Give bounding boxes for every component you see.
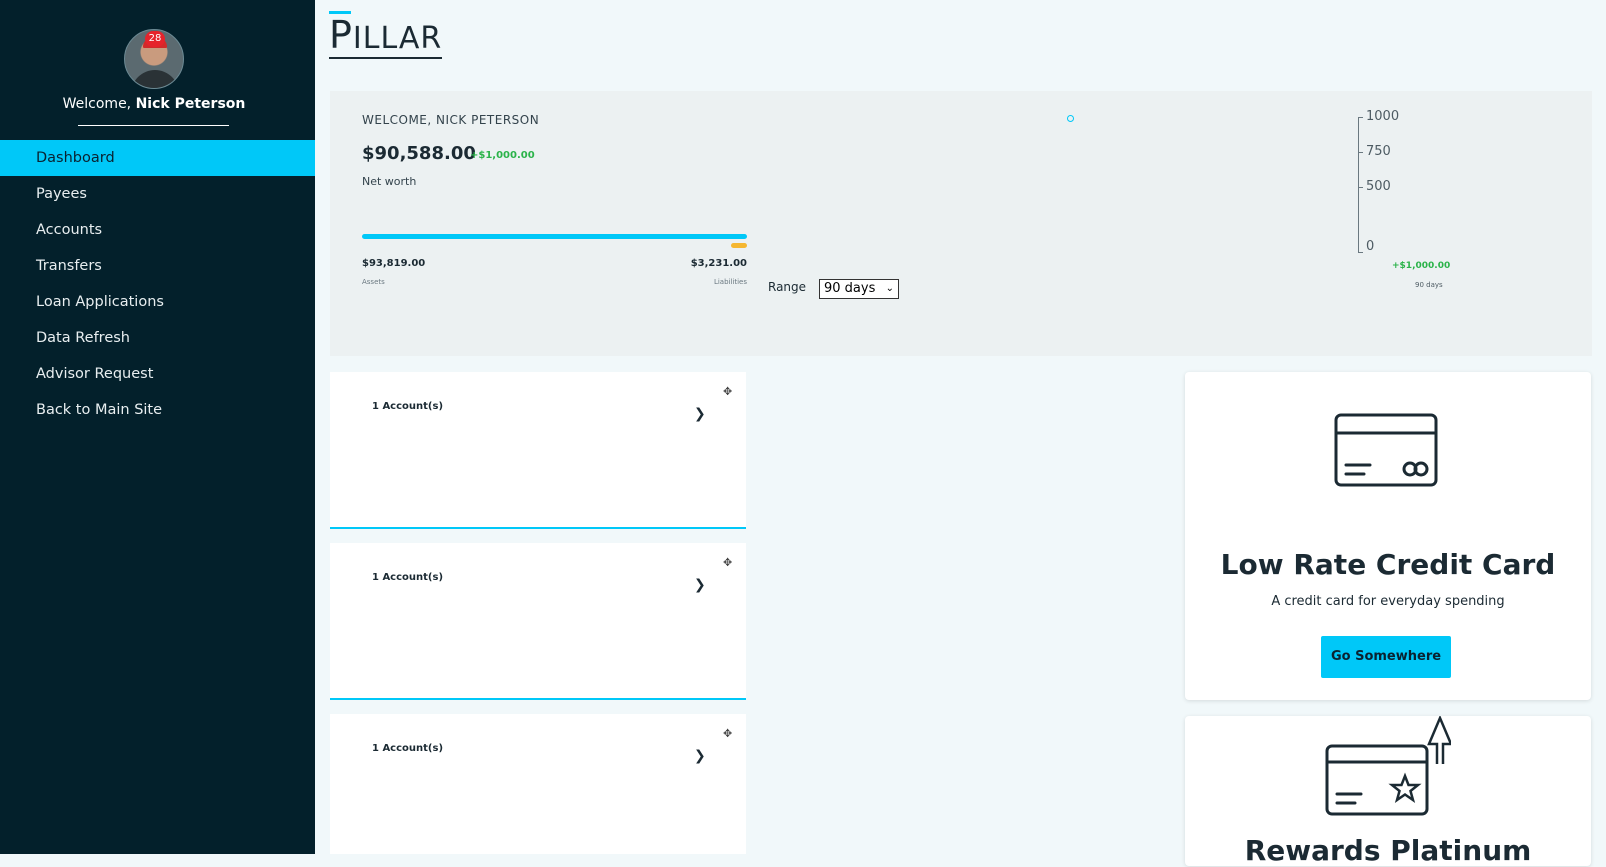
- sidebar-item-accounts[interactable]: Accounts: [0, 212, 315, 248]
- chart-delta: +$1,000.00: [1392, 261, 1451, 271]
- go-somewhere-button[interactable]: Go Somewhere: [1321, 636, 1451, 678]
- chart-period: 90 days: [1415, 281, 1443, 289]
- account-card-title: 1 Account(s): [372, 572, 444, 583]
- net-worth-delta: +$1,000.00: [470, 150, 535, 161]
- y-tick-label: 500: [1366, 179, 1391, 194]
- liabilities-bar: [731, 243, 747, 248]
- product-title: Low Rate Credit Card: [1220, 548, 1556, 581]
- product-title: Rewards Platinum: [1244, 834, 1532, 867]
- summary-panel: WELCOME, NICK PETERSON $90,588.00 +$1,00…: [330, 91, 1592, 356]
- chevron-right-icon[interactable]: ❯: [694, 577, 706, 593]
- sidebar: 28 Welcome, Nick Peterson Dashboard Paye…: [0, 0, 315, 854]
- product-description: A credit card for everyday spending: [1271, 594, 1505, 609]
- move-icon[interactable]: ✥: [723, 385, 732, 398]
- account-card[interactable]: 1 Account(s) ✥ ❯: [330, 372, 746, 529]
- product-card-low-rate: Low Rate Credit Card A credit card for e…: [1185, 372, 1591, 700]
- y-tick-label: 1000: [1366, 109, 1400, 124]
- summary-welcome: WELCOME, NICK PETERSON: [362, 113, 540, 127]
- y-tick: [1358, 117, 1363, 118]
- chart-y-axis: 1000 750 500 0: [1352, 109, 1432, 269]
- liabilities-label: Liabilities: [713, 278, 747, 286]
- sidebar-item-back-to-main-site[interactable]: Back to Main Site: [0, 392, 315, 428]
- y-tick-label: 750: [1366, 144, 1391, 159]
- sidebar-nav: Dashboard Payees Accounts Transfers Loan…: [0, 140, 315, 428]
- brand-rest: ILLAR: [352, 21, 443, 56]
- chevron-down-icon: ⌄: [885, 283, 894, 294]
- y-tick: [1358, 152, 1363, 153]
- welcome-prefix: Welcome,: [62, 96, 132, 112]
- sidebar-item-transfers[interactable]: Transfers: [0, 248, 315, 284]
- brand-logo[interactable]: PILLAR: [329, 13, 443, 59]
- welcome-divider: [78, 125, 229, 126]
- assets-value: $93,819.00: [362, 258, 426, 269]
- account-card-title: 1 Account(s): [372, 743, 444, 754]
- chevron-right-icon[interactable]: ❯: [694, 748, 706, 764]
- account-card[interactable]: 1 Account(s) ✥ ❯: [330, 543, 746, 700]
- sidebar-item-advisor-request[interactable]: Advisor Request: [0, 356, 315, 392]
- sidebar-item-data-refresh[interactable]: Data Refresh: [0, 320, 315, 356]
- chart-point: [1067, 115, 1074, 122]
- range-select[interactable]: 90 days ⌄: [819, 279, 899, 299]
- move-icon[interactable]: ✥: [723, 556, 732, 569]
- sidebar-item-dashboard[interactable]: Dashboard: [0, 140, 315, 176]
- move-icon[interactable]: ✥: [723, 727, 732, 740]
- chevron-right-icon[interactable]: ❯: [694, 406, 706, 422]
- user-avatar[interactable]: 28: [124, 29, 184, 89]
- y-tick-label: 0: [1366, 239, 1375, 254]
- sidebar-item-loan-applications[interactable]: Loan Applications: [0, 284, 315, 320]
- y-tick: [1358, 252, 1363, 253]
- shoulders-shape: [131, 70, 179, 88]
- range-label: Range: [768, 280, 807, 294]
- account-card-title: 1 Account(s): [372, 401, 444, 412]
- product-card-rewards: Rewards Platinum: [1185, 716, 1591, 867]
- y-tick: [1358, 187, 1363, 188]
- credit-card-icon: [1334, 413, 1438, 487]
- assets-label: Assets: [362, 278, 385, 286]
- brand-initial: P: [329, 13, 353, 57]
- rewards-card-icon: [1325, 716, 1451, 816]
- net-worth-value: $90,588.00: [362, 143, 476, 164]
- liabilities-value: $3,231.00: [690, 258, 747, 269]
- net-worth-label: Net worth: [362, 175, 417, 188]
- sidebar-item-payees[interactable]: Payees: [0, 176, 315, 212]
- welcome-text: Welcome, Nick Peterson: [0, 96, 308, 112]
- notification-badge[interactable]: 28: [145, 31, 165, 47]
- account-card[interactable]: 1 Account(s) ✥ ❯: [330, 714, 746, 854]
- user-name: Nick Peterson: [135, 96, 246, 112]
- assets-bar: [362, 234, 747, 239]
- range-select-value: 90 days: [824, 281, 876, 296]
- y-axis-line: [1358, 117, 1359, 252]
